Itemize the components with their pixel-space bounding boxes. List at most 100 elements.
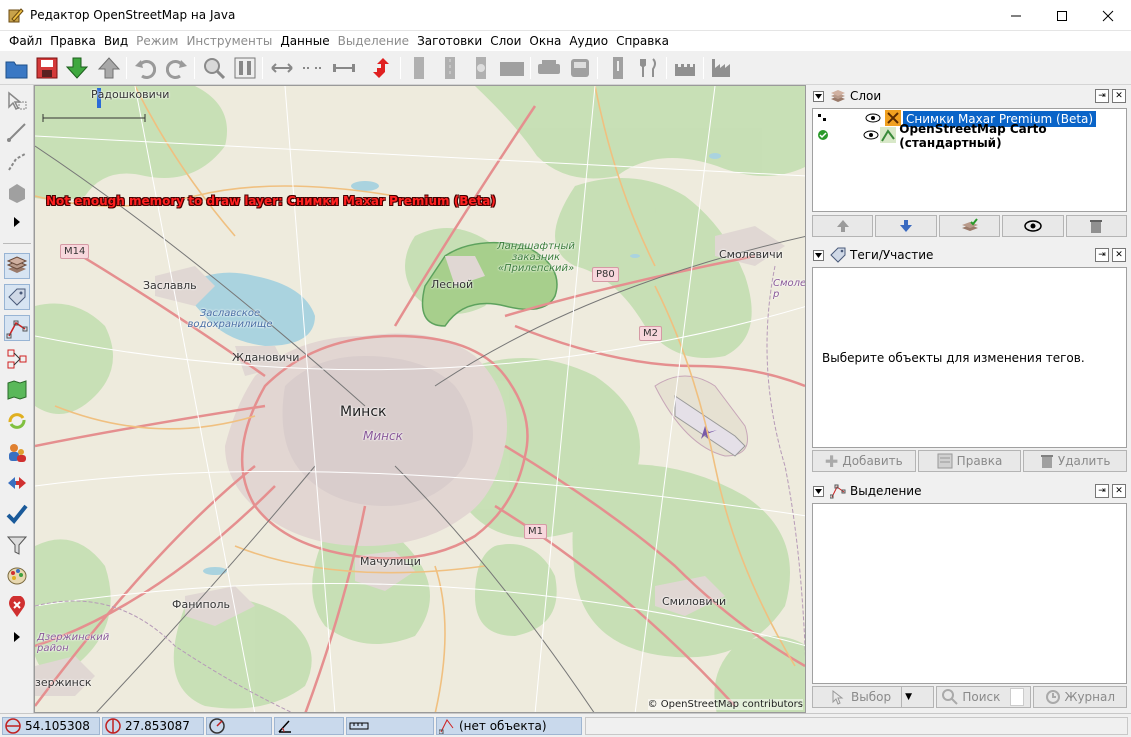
search-button[interactable]: Поиск [936, 686, 1031, 708]
delete-layer-button[interactable] [1065, 215, 1128, 237]
draw-tool-icon[interactable] [4, 119, 30, 145]
notes-delete-marker-icon[interactable] [4, 594, 30, 620]
close-panel-icon[interactable]: ✕ [1112, 89, 1126, 103]
validator-check-icon[interactable] [4, 501, 30, 527]
preset-area-icon[interactable] [498, 54, 526, 82]
move-up-button[interactable] [812, 215, 874, 237]
add-tag-button[interactable]: ✚ Добавить [812, 450, 916, 472]
zoom-icon[interactable] [200, 54, 228, 82]
combine-way-icon[interactable] [299, 54, 327, 82]
tags-toggle-icon[interactable] [4, 284, 30, 310]
redo-icon[interactable] [163, 54, 191, 82]
history-button[interactable]: Журнал [1032, 686, 1127, 708]
improve-way-icon[interactable] [4, 149, 30, 175]
menu-tools[interactable]: Инструменты [182, 34, 276, 48]
visibility-eye-icon[interactable] [865, 112, 885, 126]
activate-layer-button[interactable] [938, 215, 1001, 237]
select-button[interactable]: Выбор ▼ [812, 686, 935, 708]
layers-toggle-icon[interactable] [4, 253, 30, 279]
delete-tag-button[interactable]: Удалить [1023, 450, 1128, 472]
selection-buttons: Выбор ▼ Поиск Журнал [812, 686, 1127, 708]
undo-icon[interactable] [131, 54, 159, 82]
search-icon [942, 689, 959, 705]
selection-toggle-icon[interactable] [4, 315, 30, 341]
open-file-icon[interactable] [3, 54, 31, 82]
select-tool-icon[interactable] [4, 88, 30, 114]
layers-panel: Слои ⇥ ✕ Снимки Maxar Premium (Beta) Open… [810, 86, 1128, 240]
preset-path-icon[interactable] [436, 54, 464, 82]
collapse-arrow-icon[interactable] [813, 249, 824, 261]
download-icon[interactable] [63, 54, 91, 82]
menu-audio[interactable]: Аудио [565, 34, 612, 48]
close-panel-icon[interactable]: ✕ [1112, 248, 1126, 262]
visibility-eye-icon[interactable] [863, 129, 881, 143]
place-label-smilovichi: Смиловичи [662, 595, 727, 608]
map-view[interactable]: Радошковичи Not enough memory to draw la… [34, 85, 806, 713]
road-shield-m2: M2 [639, 326, 662, 341]
menu-help[interactable]: Справка [612, 34, 673, 48]
conflict-icon[interactable] [4, 408, 30, 434]
menu-file[interactable]: Файл [5, 34, 46, 48]
plus-icon: ✚ [824, 451, 839, 471]
detach-panel-icon[interactable]: ⇥ [1095, 89, 1109, 103]
map-attribution[interactable]: © OpenStreetMap contributors [647, 699, 803, 710]
map-paint-styles-icon[interactable] [4, 563, 30, 589]
detach-panel-icon[interactable]: ⇥ [1095, 248, 1109, 262]
menu-data[interactable]: Данные [276, 34, 333, 48]
relations-icon[interactable] [4, 346, 30, 372]
menu-mode[interactable]: Режим [132, 34, 182, 48]
angle-field [274, 717, 344, 735]
menu-windows[interactable]: Окна [525, 34, 565, 48]
move-down-button[interactable] [875, 215, 937, 237]
direction-arrows-icon[interactable] [367, 54, 395, 82]
place-label-zhdanovichi: Ждановичи [232, 351, 300, 364]
save-icon[interactable] [33, 54, 61, 82]
selection-panel: Выделение ⇥ ✕ Выбор ▼ Поиск Журнал [810, 481, 1128, 711]
commands-icon[interactable] [4, 470, 30, 496]
heading-field [206, 717, 272, 735]
menu-selection[interactable]: Выделение [334, 34, 413, 48]
preset-car-icon[interactable] [535, 54, 563, 82]
collapse-arrow-icon[interactable] [813, 90, 824, 102]
help-text-field [585, 717, 1128, 735]
upload-icon[interactable] [95, 54, 123, 82]
preset-bus-icon[interactable] [566, 54, 594, 82]
preset-road-icon[interactable] [405, 54, 433, 82]
layers-panel-title: Слои [850, 89, 882, 103]
expand-dialogs-arrow-icon[interactable] [4, 624, 30, 650]
preset-info-icon[interactable] [604, 54, 632, 82]
place-label-lesnoy: Лесной [431, 278, 474, 291]
menu-presets[interactable]: Заготовки [413, 34, 486, 48]
close-panel-icon[interactable]: ✕ [1112, 484, 1126, 498]
menu-layers[interactable]: Слои [486, 34, 525, 48]
split-way-icon[interactable] [268, 54, 296, 82]
tag-icon [830, 247, 846, 263]
filter-icon[interactable] [4, 532, 30, 558]
preset-crossing-icon[interactable] [467, 54, 495, 82]
edit-tag-button[interactable]: Правка [917, 450, 1022, 472]
status-bar: 54.105308 27.853087 (нет объекта) [0, 713, 1131, 737]
selection-panel-title: Выделение [850, 484, 922, 498]
preset-restaurant-icon[interactable] [635, 54, 663, 82]
detach-panel-icon[interactable]: ⇥ [1095, 484, 1109, 498]
authors-icon[interactable] [4, 439, 30, 465]
maximize-button[interactable] [1039, 0, 1085, 31]
latitude-icon [5, 718, 21, 734]
ruler-icon [349, 722, 369, 730]
expand-tools-arrow-icon[interactable] [4, 209, 30, 235]
toggle-visibility-button[interactable] [1002, 215, 1064, 237]
minimize-button[interactable] [993, 0, 1039, 31]
menu-edit[interactable]: Правка [46, 34, 100, 48]
layer-row-osm-carto[interactable]: OpenStreetMap Carto (стандартный) [813, 122, 1126, 150]
close-button[interactable] [1085, 0, 1131, 31]
place-label-minsk-district: Минск [363, 429, 403, 443]
preset-industrial-icon[interactable] [708, 54, 736, 82]
collapse-arrow-icon[interactable] [813, 485, 824, 497]
reverse-way-icon[interactable] [330, 54, 358, 82]
preset-castle-icon[interactable] [671, 54, 699, 82]
map-icon[interactable] [4, 377, 30, 403]
extrude-icon[interactable] [4, 179, 30, 205]
preferences-icon[interactable] [231, 54, 259, 82]
select-dropdown-arrow-icon[interactable]: ▼ [901, 687, 915, 707]
menu-view[interactable]: Вид [100, 34, 132, 48]
